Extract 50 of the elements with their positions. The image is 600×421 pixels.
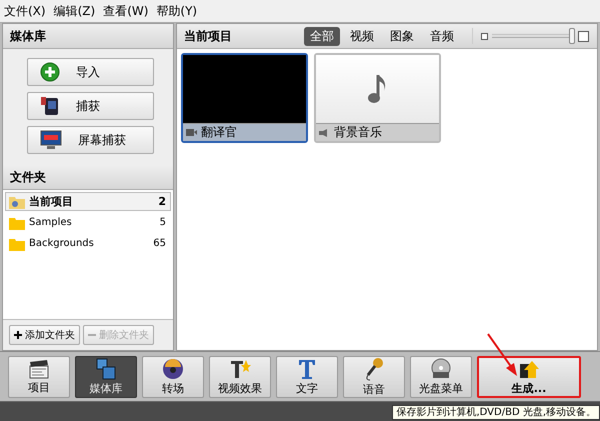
tooltip: 保存影片到计算机,DVD/BD 光盘,移动设备。 [392,405,600,420]
folder-item[interactable]: 当前项目 2 [5,192,171,211]
toolbar-button[interactable]: 视频效果 [209,356,271,398]
media-button[interactable]: 导入 [27,58,154,86]
small-thumbnail-icon [481,32,488,40]
filter-tab[interactable]: 音频 [424,26,460,46]
camcorder-icon [40,95,60,117]
speaker-icon [319,128,330,136]
folder-icon [9,216,25,230]
filter-tab[interactable]: 视频 [344,26,380,46]
panel-header: 媒体库 [3,24,173,49]
letter-icon [298,358,316,380]
plus-icon [14,331,22,339]
menu-item[interactable]: 文件(X) [4,2,46,20]
camera-icon [186,129,197,136]
media-button[interactable]: 捕获 [27,92,154,120]
toolbar-button[interactable]: 语音 [343,356,405,398]
folder-item[interactable]: Samples 5 [5,213,171,232]
toolbar-button[interactable]: 生成... [477,356,581,398]
toolbar-button[interactable]: 转场 [142,356,204,398]
toolbar-button[interactable]: 媒体库 [75,356,137,398]
menu-item[interactable]: 查看(W) [103,2,148,20]
media-thumbnail[interactable]: 背景音乐 [314,53,441,143]
folder-icon [9,236,25,250]
filter-tab[interactable]: 全部 [304,26,340,46]
folder-gear-icon [9,194,25,208]
large-thumbnail-icon [578,30,589,42]
clapperboard-icon [28,359,50,379]
music-note-icon [368,73,388,105]
film-icon [95,358,117,380]
menu-item[interactable]: 帮助(Y) [156,2,198,20]
monitor-icon [40,130,62,150]
minus-icon [88,331,96,339]
disc-icon [430,358,452,380]
menu-item[interactable]: 编辑(Z) [54,2,96,20]
add-folder-button[interactable]: 添加文件夹 [9,325,80,345]
filter-tab[interactable]: 图象 [384,26,420,46]
annotation-arrow [487,333,517,376]
effects-icon [229,358,251,380]
media-button[interactable]: 屏幕捕获 [27,126,154,154]
toolbar-button[interactable]: 光盘菜单 [410,356,472,398]
media-thumbnail[interactable]: 翻译官 [181,53,308,143]
toolbar-button[interactable]: 项目 [8,356,70,398]
toolbar-button[interactable]: 文字 [276,356,338,398]
folder-item[interactable]: Backgrounds 65 [5,234,171,253]
swirl-icon [162,358,184,380]
slider-thumb[interactable] [568,28,575,44]
plus-icon [40,62,60,82]
panel-header: 文件夹 [3,165,173,190]
panel-header: 当前项目 [184,28,233,44]
